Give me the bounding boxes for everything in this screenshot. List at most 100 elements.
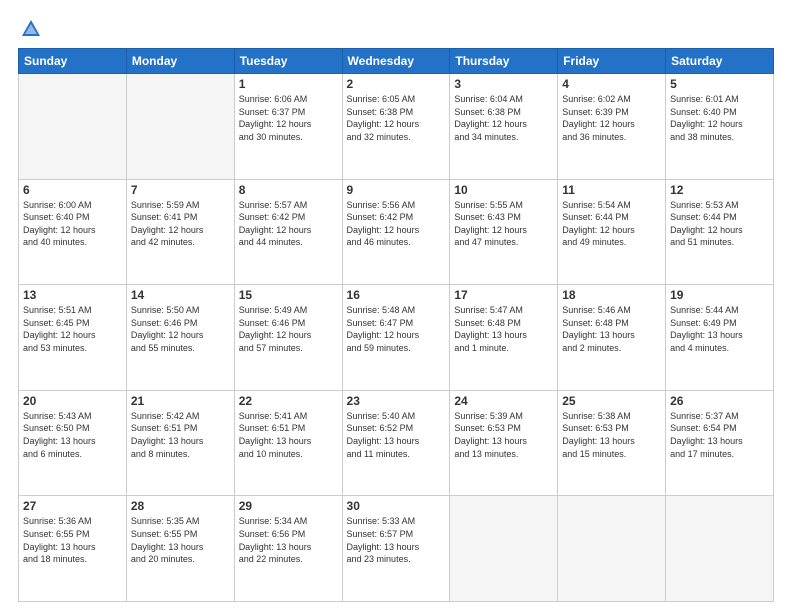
cal-cell: 7Sunrise: 5:59 AM Sunset: 6:41 PM Daylig…	[126, 179, 234, 285]
day-number: 28	[131, 499, 230, 513]
calendar-table: SundayMondayTuesdayWednesdayThursdayFrid…	[18, 48, 774, 602]
day-number: 18	[562, 288, 661, 302]
day-number: 9	[347, 183, 446, 197]
day-number: 24	[454, 394, 553, 408]
cal-cell	[666, 496, 774, 602]
cell-info: Sunrise: 5:54 AM Sunset: 6:44 PM Dayligh…	[562, 199, 661, 249]
day-number: 8	[239, 183, 338, 197]
cal-cell: 16 Sunrise: 5:48 AM Sunset: 6:47 PM Dayli…	[342, 285, 450, 391]
cell-info: Sunrise: 6:04 AM Sunset: 6:38 PM Dayligh…	[454, 93, 553, 143]
cell-info: Sunrise: 5:33 AM Sunset: 6:57 PM Dayligh…	[347, 515, 446, 565]
cal-cell: 29 Sunrise: 5:34 AM Sunset: 6:56 PM Dayli…	[234, 496, 342, 602]
page: SundayMondayTuesdayWednesdayThursdayFrid…	[0, 0, 792, 612]
cal-cell	[450, 496, 558, 602]
cell-info: Sunrise: 5:40 AM Sunset: 6:52 PM Dayligh…	[347, 410, 446, 460]
day-number: 15	[239, 288, 338, 302]
cell-info: Sunrise: 6:01 AM Sunset: 6:40 PM Dayligh…	[670, 93, 769, 143]
cell-info: Sunrise: 5:47 AM Sunset: 6:48 PM Dayligh…	[454, 304, 553, 354]
day-number: 30	[347, 499, 446, 513]
cell-info: Sunrise: 5:55 AM Sunset: 6:43 PM Dayligh…	[454, 199, 553, 249]
cell-info: Sunrise: 5:46 AM Sunset: 6:48 PM Dayligh…	[562, 304, 661, 354]
day-number: 11	[562, 183, 661, 197]
cal-cell: 28Sunrise: 5:35 AM Sunset: 6:55 PM Dayli…	[126, 496, 234, 602]
cell-info: Sunrise: 5:49 AM Sunset: 6:46 PM Dayligh…	[239, 304, 338, 354]
week-row-2: 6Sunrise: 6:00 AM Sunset: 6:40 PM Daylig…	[19, 179, 774, 285]
cal-cell: 20 Sunrise: 5:43 AM Sunset: 6:50 PM Dayli…	[19, 390, 127, 496]
cell-info: Sunrise: 5:51 AM Sunset: 6:45 PM Dayligh…	[23, 304, 122, 354]
cal-cell: 17 Sunrise: 5:47 AM Sunset: 6:48 PM Dayli…	[450, 285, 558, 391]
cell-info: Sunrise: 5:57 AM Sunset: 6:42 PM Dayligh…	[239, 199, 338, 249]
day-number: 7	[131, 183, 230, 197]
cal-cell: 4Sunrise: 6:02 AM Sunset: 6:39 PM Daylig…	[558, 74, 666, 180]
cell-info: Sunrise: 5:43 AM Sunset: 6:50 PM Dayligh…	[23, 410, 122, 460]
day-number: 29	[239, 499, 338, 513]
day-number: 22	[239, 394, 338, 408]
cell-info: Sunrise: 6:06 AM Sunset: 6:37 PM Dayligh…	[239, 93, 338, 143]
cal-cell	[558, 496, 666, 602]
cal-cell: 15 Sunrise: 5:49 AM Sunset: 6:46 PM Dayli…	[234, 285, 342, 391]
cell-info: Sunrise: 6:00 AM Sunset: 6:40 PM Dayligh…	[23, 199, 122, 249]
cal-cell: 5 Sunrise: 6:01 AM Sunset: 6:40 PM Daylig…	[666, 74, 774, 180]
day-header-row: SundayMondayTuesdayWednesdayThursdayFrid…	[19, 49, 774, 74]
cal-cell: 21Sunrise: 5:42 AM Sunset: 6:51 PM Dayli…	[126, 390, 234, 496]
col-header-sunday: Sunday	[19, 49, 127, 74]
cal-cell: 6Sunrise: 6:00 AM Sunset: 6:40 PM Daylig…	[19, 179, 127, 285]
cell-info: Sunrise: 5:44 AM Sunset: 6:49 PM Dayligh…	[670, 304, 769, 354]
col-header-tuesday: Tuesday	[234, 49, 342, 74]
cal-cell: 14 Sunrise: 5:50 AM Sunset: 6:46 PM Dayli…	[126, 285, 234, 391]
cal-cell: 18 Sunrise: 5:46 AM Sunset: 6:48 PM Dayli…	[558, 285, 666, 391]
cell-info: Sunrise: 5:50 AM Sunset: 6:46 PM Dayligh…	[131, 304, 230, 354]
cell-info: Sunrise: 5:41 AM Sunset: 6:51 PM Dayligh…	[239, 410, 338, 460]
cell-info: Sunrise: 5:48 AM Sunset: 6:47 PM Dayligh…	[347, 304, 446, 354]
cell-info: Sunrise: 6:05 AM Sunset: 6:38 PM Dayligh…	[347, 93, 446, 143]
day-number: 23	[347, 394, 446, 408]
col-header-saturday: Saturday	[666, 49, 774, 74]
cell-info: Sunrise: 5:53 AM Sunset: 6:44 PM Dayligh…	[670, 199, 769, 249]
cal-cell: 3 Sunrise: 6:04 AM Sunset: 6:38 PM Daylig…	[450, 74, 558, 180]
logo-icon	[20, 18, 42, 40]
day-number: 13	[23, 288, 122, 302]
cal-cell: 30 Sunrise: 5:33 AM Sunset: 6:57 PM Dayli…	[342, 496, 450, 602]
col-header-wednesday: Wednesday	[342, 49, 450, 74]
day-number: 17	[454, 288, 553, 302]
cell-info: Sunrise: 5:37 AM Sunset: 6:54 PM Dayligh…	[670, 410, 769, 460]
day-number: 14	[131, 288, 230, 302]
cal-cell: 27 Sunrise: 5:36 AM Sunset: 6:55 PM Dayli…	[19, 496, 127, 602]
day-number: 3	[454, 77, 553, 91]
cal-cell: 19 Sunrise: 5:44 AM Sunset: 6:49 PM Dayli…	[666, 285, 774, 391]
day-number: 27	[23, 499, 122, 513]
week-row-3: 13 Sunrise: 5:51 AM Sunset: 6:45 PM Dayli…	[19, 285, 774, 391]
cal-cell: 8 Sunrise: 5:57 AM Sunset: 6:42 PM Daylig…	[234, 179, 342, 285]
col-header-friday: Friday	[558, 49, 666, 74]
cell-info: Sunrise: 5:39 AM Sunset: 6:53 PM Dayligh…	[454, 410, 553, 460]
day-number: 20	[23, 394, 122, 408]
cal-cell: 25 Sunrise: 5:38 AM Sunset: 6:53 PM Dayli…	[558, 390, 666, 496]
day-number: 26	[670, 394, 769, 408]
cal-cell: 10 Sunrise: 5:55 AM Sunset: 6:43 PM Dayli…	[450, 179, 558, 285]
day-number: 10	[454, 183, 553, 197]
day-number: 16	[347, 288, 446, 302]
day-number: 5	[670, 77, 769, 91]
day-number: 4	[562, 77, 661, 91]
cal-cell: 1 Sunrise: 6:06 AM Sunset: 6:37 PM Daylig…	[234, 74, 342, 180]
cell-info: Sunrise: 5:34 AM Sunset: 6:56 PM Dayligh…	[239, 515, 338, 565]
cell-info: Sunrise: 5:42 AM Sunset: 6:51 PM Dayligh…	[131, 410, 230, 460]
cal-cell: 22 Sunrise: 5:41 AM Sunset: 6:51 PM Dayli…	[234, 390, 342, 496]
cell-info: Sunrise: 5:38 AM Sunset: 6:53 PM Dayligh…	[562, 410, 661, 460]
day-number: 25	[562, 394, 661, 408]
col-header-thursday: Thursday	[450, 49, 558, 74]
day-number: 1	[239, 77, 338, 91]
day-number: 2	[347, 77, 446, 91]
cal-cell: 12Sunrise: 5:53 AM Sunset: 6:44 PM Dayli…	[666, 179, 774, 285]
week-row-5: 27 Sunrise: 5:36 AM Sunset: 6:55 PM Dayli…	[19, 496, 774, 602]
cal-cell	[19, 74, 127, 180]
cell-info: Sunrise: 5:36 AM Sunset: 6:55 PM Dayligh…	[23, 515, 122, 565]
cal-cell	[126, 74, 234, 180]
week-row-1: 1 Sunrise: 6:06 AM Sunset: 6:37 PM Daylig…	[19, 74, 774, 180]
cal-cell: 24 Sunrise: 5:39 AM Sunset: 6:53 PM Dayli…	[450, 390, 558, 496]
cal-cell: 11 Sunrise: 5:54 AM Sunset: 6:44 PM Dayli…	[558, 179, 666, 285]
cell-info: Sunrise: 5:56 AM Sunset: 6:42 PM Dayligh…	[347, 199, 446, 249]
day-number: 19	[670, 288, 769, 302]
week-row-4: 20 Sunrise: 5:43 AM Sunset: 6:50 PM Dayli…	[19, 390, 774, 496]
cal-cell: 9 Sunrise: 5:56 AM Sunset: 6:42 PM Daylig…	[342, 179, 450, 285]
